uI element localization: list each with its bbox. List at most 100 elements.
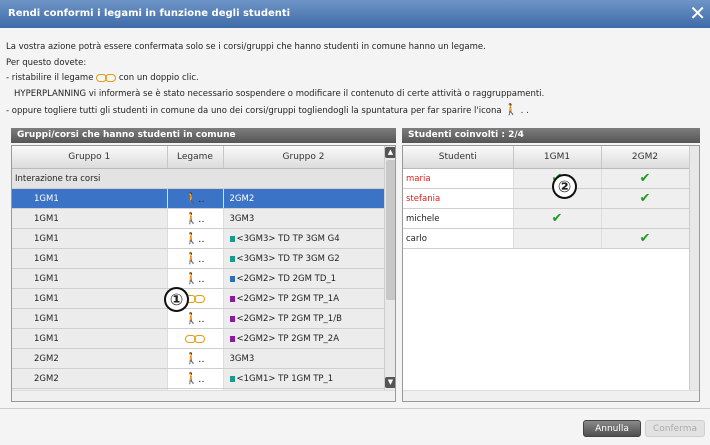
checkmark-icon[interactable]: ✔ — [640, 191, 651, 206]
student-name: stefania — [403, 188, 514, 209]
checkmark-icon[interactable]: ✔ — [640, 171, 651, 186]
gruppo2-label: 2GM2 — [229, 193, 255, 204]
unlinked-walker-icon[interactable]: 🚶.. — [167, 208, 224, 229]
table-row[interactable]: 1GM1 <2GM2> TP 2GM TP_2A — [12, 328, 385, 349]
student-name: michele — [403, 208, 514, 229]
callout-2: ② — [552, 174, 577, 199]
color-tag-icon — [229, 315, 235, 322]
color-tag-icon — [229, 275, 235, 282]
enrollment-cell[interactable] — [513, 228, 602, 249]
table-row[interactable]: 1GM1 🚶.. <2GM2> TP 2GM TP_1/B — [12, 308, 385, 329]
table-row[interactable]: carlo ✔ — [403, 228, 690, 249]
enrollment-cell[interactable]: ✔ — [513, 208, 602, 229]
dialog-titlebar: Rendi conformi i legami in funzione degl… — [0, 0, 710, 28]
gruppo2-cell: <3GM3> TD TP 3GM G2 — [223, 248, 385, 269]
student-name: maria — [403, 168, 514, 189]
scroll-up-icon[interactable]: ▲ — [385, 147, 395, 158]
student-name: carlo — [403, 228, 514, 249]
table-row[interactable]: michele ✔ — [403, 208, 690, 229]
table-row[interactable]: 2GM2 🚶.. 3GM3 — [12, 348, 385, 369]
cancel-button[interactable]: Annulla — [583, 420, 641, 437]
close-icon[interactable]: ✕ — [689, 2, 706, 24]
enrollment-cell[interactable] — [601, 208, 690, 229]
unlinked-walker-icon[interactable]: 🚶.. — [167, 368, 224, 389]
unlinked-walker-icon[interactable]: 🚶.. — [167, 228, 224, 249]
gruppo2-label: <1GM1> TP 1GM TP_1 — [236, 373, 334, 384]
column-header-gruppo1[interactable]: Gruppo 1 — [12, 146, 168, 169]
gruppo1-cell: 1GM1 — [12, 328, 168, 349]
gruppo2-cell: <3GM3> TD TP 3GM G4 — [223, 228, 385, 249]
gruppo2-cell: <2GM2> TD 2GM TD_1 — [223, 268, 385, 289]
table-row[interactable]: 1GM1 🚶.. <3GM3> TD TP 3GM G2 — [12, 248, 385, 269]
gruppo2-cell: <1GM1> TP 1GM TP_1 — [223, 368, 385, 389]
unlinked-walker-icon[interactable]: 🚶.. — [167, 248, 224, 269]
gruppo1-cell: 1GM1 — [12, 288, 168, 309]
scroll-thumb[interactable] — [386, 160, 395, 300]
gruppo2-cell: <2GM2> TP 2GM TP_1/B — [223, 308, 385, 329]
horizontal-scrollbar[interactable] — [403, 390, 699, 401]
table-row[interactable]: 1GM1 🚶.. <3GM3> TD TP 3GM G4 — [12, 228, 385, 249]
gruppo1-cell: 1GM1 — [12, 308, 168, 329]
checkmark-icon[interactable]: ✔ — [552, 211, 563, 226]
scroll-down-icon[interactable]: ▼ — [385, 377, 395, 388]
footer-divider — [0, 408, 710, 409]
table-row[interactable]: maria✔✔ — [403, 168, 690, 189]
gruppo2-cell: <2GM2> TP 2GM TP_2A — [223, 328, 385, 349]
horizontal-scrollbar[interactable] — [12, 390, 395, 401]
unlinked-walker-icon: 🚶 — [504, 103, 518, 116]
color-tag-icon — [229, 235, 235, 242]
groups-table: Gruppo 1 Legame Gruppo 2 Interazione tra… — [12, 146, 385, 401]
link-chain-icon[interactable] — [167, 328, 224, 349]
gruppo2-label: <2GM2> TD 2GM TD_1 — [236, 273, 337, 284]
section-row-label: Interazione tra corsi — [12, 168, 385, 189]
info-line: HYPERPLANNING vi informerà se è stato ne… — [14, 88, 545, 99]
unlinked-walker-icon[interactable]: 🚶.. — [167, 188, 224, 209]
info-line: La vostra azione potrà essere confermata… — [6, 42, 486, 52]
table-row[interactable]: 1GM1 🚶.. 3GM3 — [12, 208, 385, 229]
gruppo1-cell: 2GM2 — [12, 368, 168, 389]
students-table: Studenti 1GM1 2GM2 maria✔✔stefania✔miche… — [403, 146, 690, 249]
info-line: - ristabilire il legame con un doppio cl… — [6, 71, 706, 87]
table-row[interactable]: 1GM1 🚶.. 2GM2 — [12, 188, 385, 209]
gruppo1-cell: 1GM1 — [12, 228, 168, 249]
gruppo2-cell: 2GM2 — [223, 188, 385, 209]
column-header-2gm2[interactable]: 2GM2 — [601, 146, 690, 169]
gruppo1-cell: 1GM1 — [12, 208, 168, 229]
enrollment-cell[interactable]: ✔ — [601, 228, 690, 249]
column-header-studenti[interactable]: Studenti — [403, 146, 514, 169]
color-tag-icon — [229, 335, 235, 342]
gruppo1-cell: 1GM1 — [12, 188, 168, 209]
checkmark-icon[interactable]: ✔ — [640, 231, 651, 246]
info-text: - oppure togliere tutti gli studenti in … — [6, 106, 505, 116]
right-panel-title: Studenti coinvolti : 2/4 — [402, 128, 700, 143]
table-row[interactable]: 1GM1 <2GM2> TP 2GM TP_1A — [12, 288, 385, 309]
column-header-legame[interactable]: Legame — [167, 146, 224, 169]
info-text: - ristabilire il legame — [6, 73, 97, 83]
info-text: . . — [517, 106, 529, 116]
instructions: La vostra azione potrà essere confermata… — [6, 40, 706, 120]
vertical-scrollbar[interactable]: ▲ ▼ — [384, 146, 395, 390]
column-header-1gm1[interactable]: 1GM1 — [513, 146, 602, 169]
gruppo1-cell: 1GM1 — [12, 248, 168, 269]
unlinked-walker-icon[interactable]: 🚶.. — [167, 268, 224, 289]
table-row[interactable]: stefania ✔ — [403, 188, 690, 209]
left-panel-title: Gruppi/corsi che hanno studenti in comun… — [11, 128, 396, 143]
color-tag-icon — [229, 375, 235, 382]
unlinked-walker-icon[interactable]: 🚶.. — [167, 348, 224, 369]
vertical-scrollbar[interactable] — [689, 146, 699, 390]
gruppo2-label: <2GM2> TP 2GM TP_2A — [236, 333, 340, 344]
color-tag-icon — [229, 295, 235, 302]
gruppo2-label: 3GM3 — [229, 213, 255, 224]
confirm-button[interactable]: Conferma — [645, 420, 705, 437]
info-line: - oppure togliere tutti gli studenti in … — [6, 102, 706, 120]
callout-1: ① — [164, 287, 189, 312]
info-line: Per questo dovete: — [6, 57, 87, 68]
students-table-panel: Studenti 1GM1 2GM2 maria✔✔stefania✔miche… — [402, 145, 700, 402]
column-header-gruppo2[interactable]: Gruppo 2 — [223, 146, 385, 169]
enrollment-cell[interactable]: ✔ — [601, 188, 690, 209]
gruppo2-label: <3GM3> TD TP 3GM G4 — [236, 233, 340, 244]
table-row[interactable]: 1GM1 🚶.. <2GM2> TD 2GM TD_1 — [12, 268, 385, 289]
table-row[interactable]: 2GM2 🚶.. <1GM1> TP 1GM TP_1 — [12, 368, 385, 389]
enrollment-cell[interactable]: ✔ — [601, 168, 690, 189]
gruppo2-label: <2GM2> TP 2GM TP_1A — [236, 293, 340, 304]
